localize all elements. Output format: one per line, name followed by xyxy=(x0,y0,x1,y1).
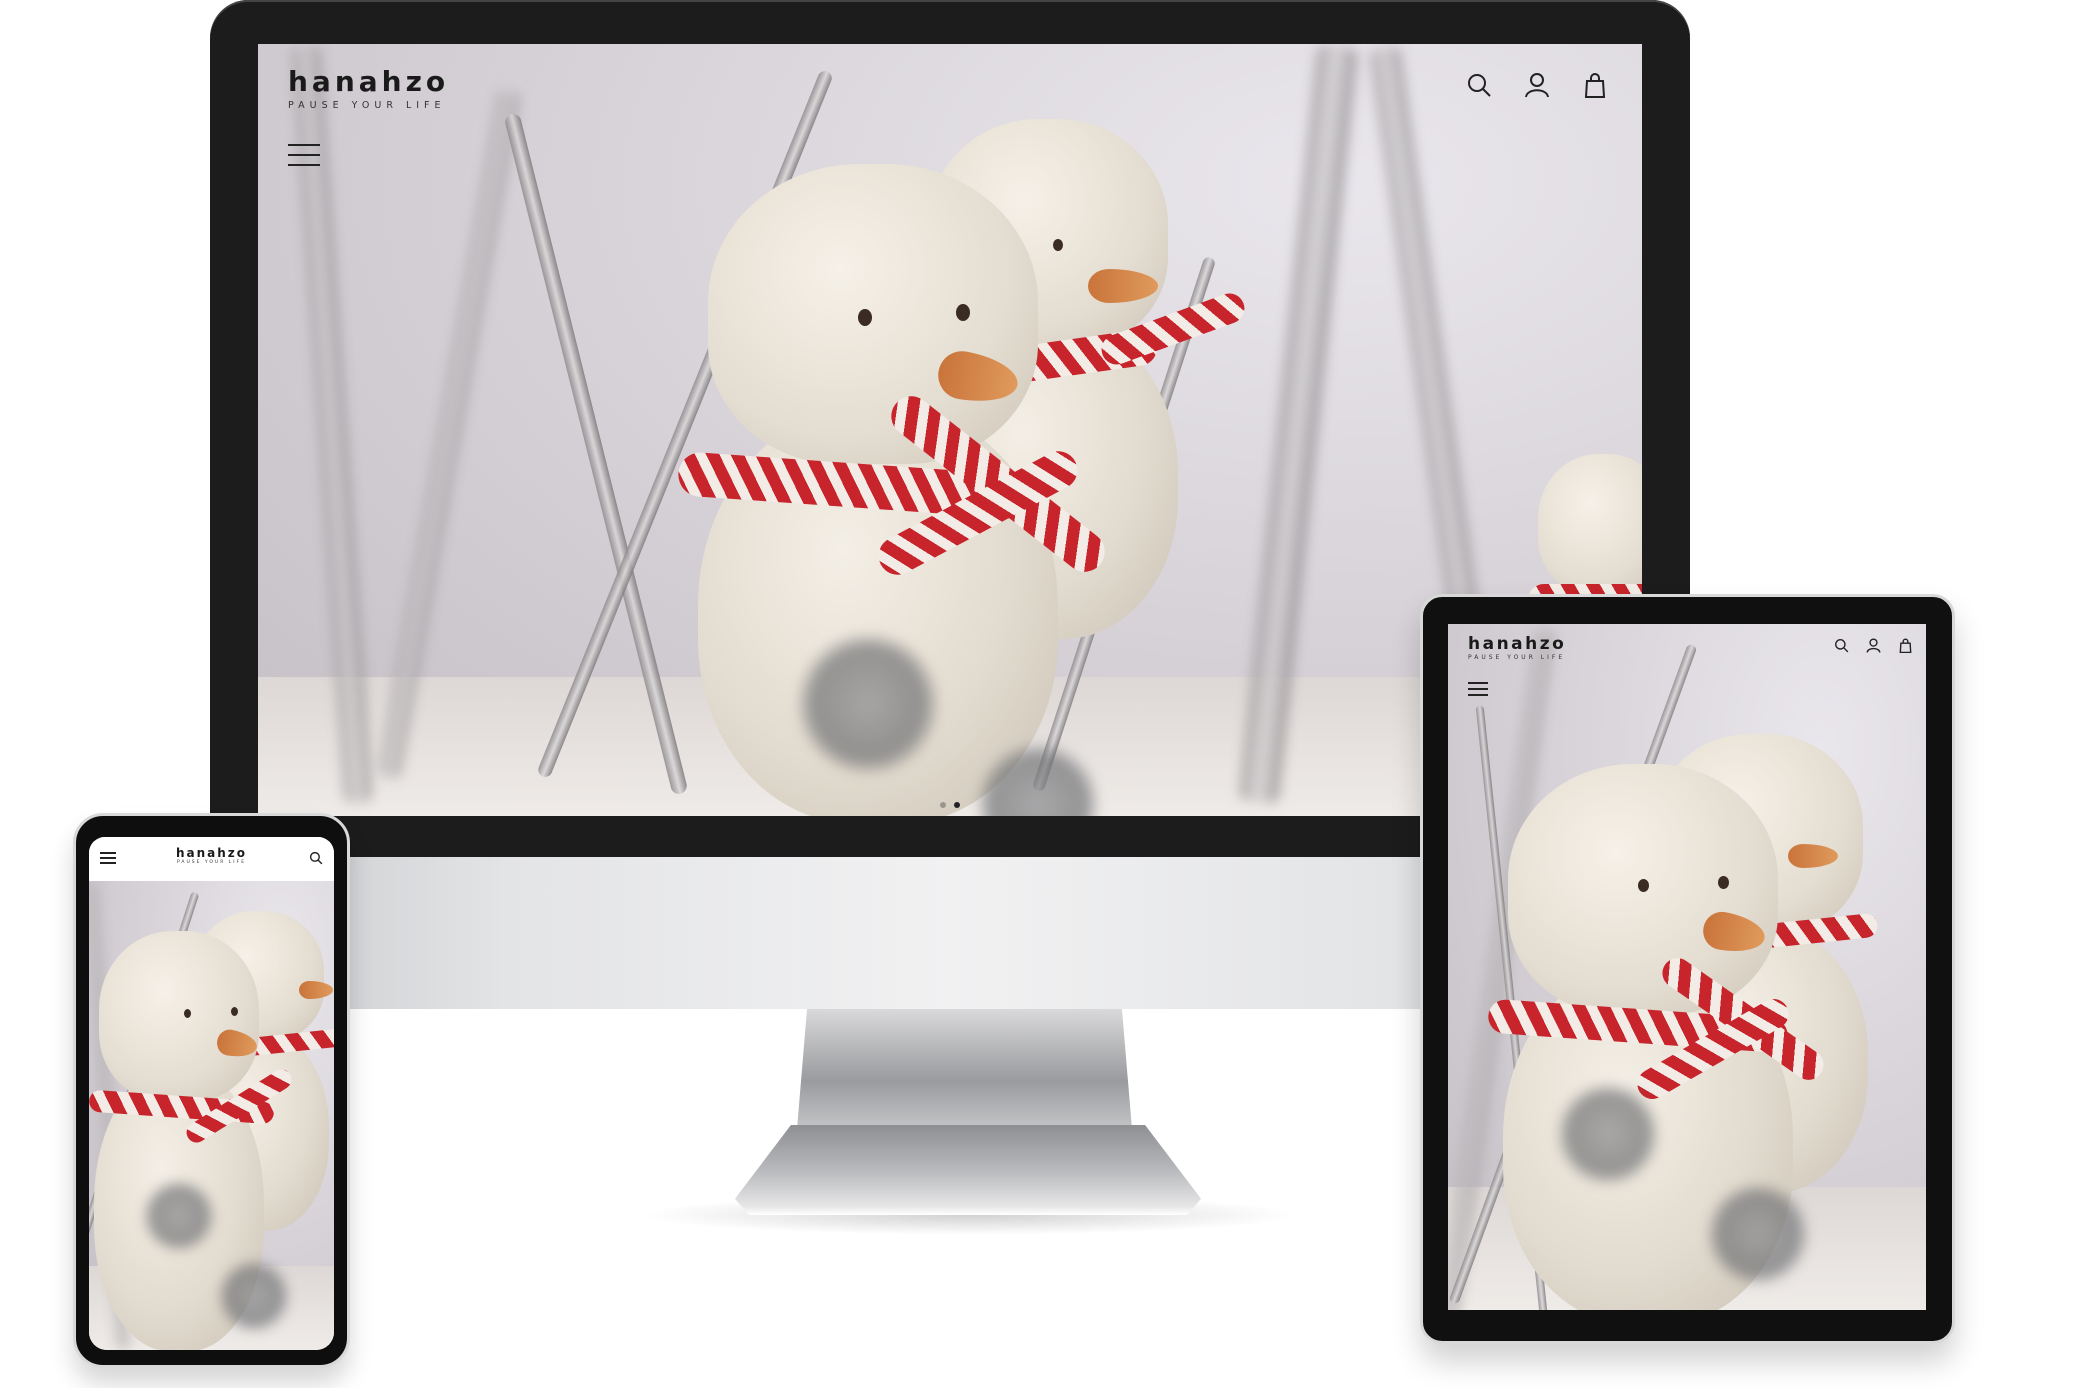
brand-name: hanahzo xyxy=(288,65,450,98)
header-actions xyxy=(1832,636,1914,654)
brand-tagline: PAUSE YOUR LIFE xyxy=(288,100,446,111)
header-actions xyxy=(1464,70,1610,100)
slide-dot[interactable] xyxy=(940,802,946,808)
brand-tagline: PAUSE YOUR LIFE xyxy=(1468,654,1566,661)
phone: hanahzo PAUSE YOUR LIFE xyxy=(73,813,350,1368)
phone-screen: hanahzo PAUSE YOUR LIFE xyxy=(89,837,334,1350)
cart-icon[interactable] xyxy=(1580,70,1610,100)
monitor-stand-base xyxy=(735,1125,1201,1215)
menu-icon[interactable] xyxy=(288,144,320,168)
phone-header: hanahzo PAUSE YOUR LIFE xyxy=(89,837,334,881)
site-logo[interactable]: hanahzo PAUSE YOUR LIFE xyxy=(288,65,450,112)
hero-image xyxy=(1448,624,1926,1310)
slider-pagination xyxy=(940,802,960,808)
monitor-stand-neck xyxy=(797,1009,1132,1129)
search-icon[interactable] xyxy=(309,850,325,866)
account-icon[interactable] xyxy=(1864,636,1882,654)
hero-image xyxy=(89,881,334,1350)
account-icon[interactable] xyxy=(1522,70,1552,100)
responsive-mockup: hanahzo PAUSE YOUR LIFE hanahzo PAUSE YO… xyxy=(0,0,2080,1388)
site-logo[interactable]: hanahzo PAUSE YOUR LIFE xyxy=(1468,634,1566,661)
tablet-screen: hanahzo PAUSE YOUR LIFE xyxy=(1448,624,1926,1310)
slide-dot-active[interactable] xyxy=(954,802,960,808)
search-icon[interactable] xyxy=(1464,70,1494,100)
site-logo[interactable]: hanahzo PAUSE YOUR LIFE xyxy=(89,846,334,865)
menu-icon[interactable] xyxy=(1468,682,1488,698)
brand-name: hanahzo xyxy=(175,846,248,860)
brand-tagline: PAUSE YOUR LIFE xyxy=(176,860,247,865)
search-icon[interactable] xyxy=(1832,636,1850,654)
cart-icon[interactable] xyxy=(1896,636,1914,654)
tablet: hanahzo PAUSE YOUR LIFE xyxy=(1420,594,1955,1344)
brand-name: hanahzo xyxy=(1468,634,1567,654)
